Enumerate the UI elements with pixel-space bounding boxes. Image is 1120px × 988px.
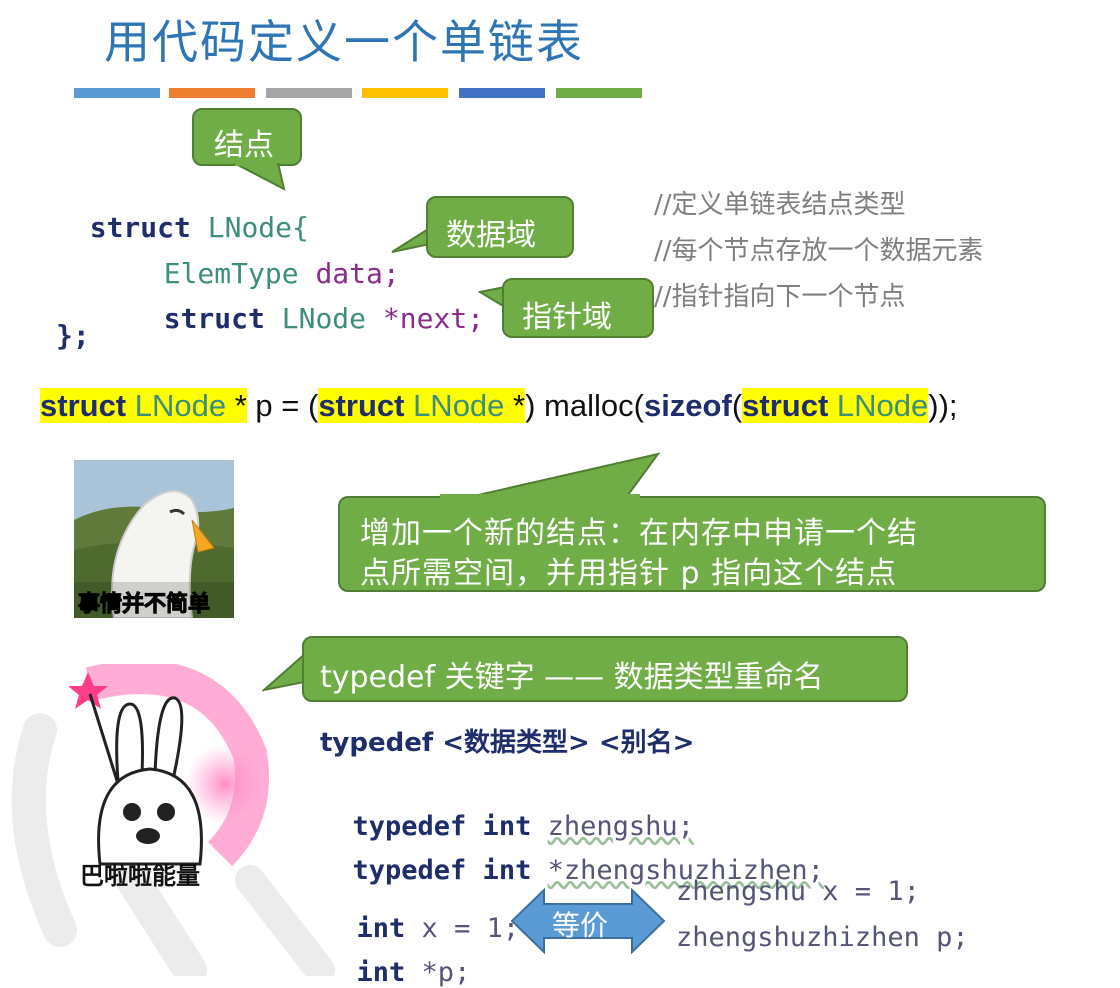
- accent-bar-green: [556, 88, 642, 98]
- accent-bar-gray: [266, 88, 352, 98]
- bunny-caption: 巴啦啦能量: [80, 862, 200, 890]
- comment-1: //定义单链表结点类型: [654, 190, 906, 220]
- bunny-sticker: 巴啦啦能量: [60, 660, 270, 894]
- right-code-line-2: zhengshuzhizhen p;: [676, 922, 969, 953]
- malloc-code-line: struct LNode * p = (struct LNode *) mall…: [40, 388, 958, 423]
- callout-node: 结点: [192, 108, 302, 166]
- left-code-line-2: int *p;: [356, 957, 471, 988]
- accent-bar-darkblue: [459, 88, 545, 98]
- accent-bar-orange: [169, 88, 255, 98]
- right-code-line-1: zhengshu x = 1;: [676, 876, 920, 907]
- struct-code-line-4: };: [56, 319, 90, 352]
- equivalence-label: 等价: [552, 909, 609, 942]
- goose-sticker: 事情并不简单: [74, 460, 234, 618]
- callout-data-field: 数据域: [426, 196, 574, 258]
- callout-new-node-pointer-fill: [440, 494, 640, 500]
- goose-caption: 事情并不简单: [77, 592, 211, 618]
- callout-pointer-field: 指针域: [502, 278, 654, 338]
- comment-3: //指针指向下一个节点: [654, 282, 906, 312]
- accent-bar-blue: [74, 88, 160, 98]
- callout-new-node: 增加一个新的结点：在内存中申请一个结 点所需空间，并用指针 p 指向这个结点: [338, 496, 1046, 592]
- struct-code-line-3: struct LNode *next;: [163, 302, 485, 335]
- slide-title: 用代码定义一个单链表: [104, 15, 584, 69]
- comment-2: //每个节点存放一个数据元素: [654, 236, 984, 266]
- typedef-syntax: typedef <数据类型> <别名>: [320, 728, 695, 758]
- callout-typedef: typedef 关键字 —— 数据类型重命名: [302, 636, 908, 702]
- accent-bar-yellow: [362, 88, 448, 98]
